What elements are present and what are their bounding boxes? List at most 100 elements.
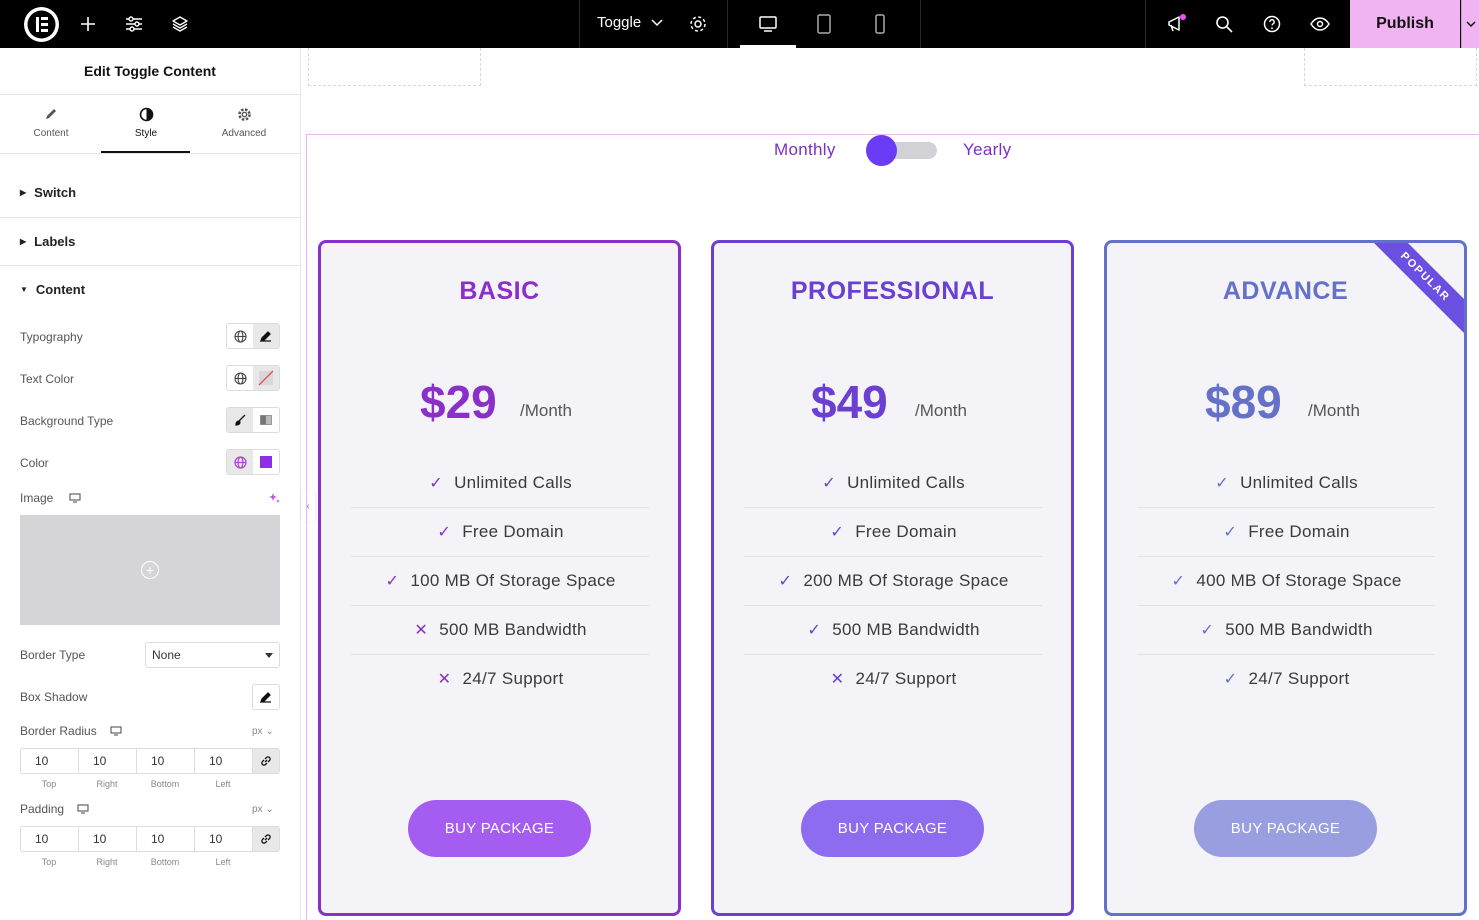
globe-icon[interactable] — [227, 366, 253, 390]
desktop-icon[interactable] — [77, 804, 89, 814]
border-radius-left-input[interactable]: 10 — [194, 748, 252, 774]
desktop-icon[interactable] — [69, 493, 81, 503]
plus-icon[interactable] — [76, 12, 100, 36]
border-radius-top-input[interactable]: 10 — [20, 748, 78, 774]
check-icon: ✓ — [807, 621, 822, 639]
pencil-icon[interactable] — [253, 324, 279, 348]
buy-package-button[interactable]: BUY PACKAGE — [801, 800, 984, 857]
padding-inputs: 10 10 10 10 — [20, 826, 280, 852]
box-shadow-edit-button[interactable] — [252, 684, 280, 710]
feature-item: ✕ 24/7 Support — [744, 654, 1042, 703]
layers-icon[interactable] — [168, 12, 192, 36]
feature-text: 400 MB Of Storage Space — [1196, 570, 1402, 590]
dim-label-bottom: Bottom — [150, 779, 180, 789]
border-radius-right-input[interactable]: 10 — [78, 748, 136, 774]
text-color-label: Text Color — [20, 372, 75, 386]
dim-label-right: Right — [96, 779, 118, 789]
pricing-card-basic: BASIC $29 /Month ✓ Unlimited Calls ✓ Free … — [318, 240, 681, 916]
mobile-icon[interactable] — [868, 12, 892, 36]
feature-text: 24/7 Support — [855, 668, 957, 688]
feature-text: 200 MB Of Storage Space — [803, 570, 1009, 590]
card-period: /Month — [520, 401, 572, 420]
border-radius-unit-select[interactable]: px ⌄ — [252, 726, 274, 737]
padding-bottom-input[interactable]: 10 — [136, 826, 194, 852]
sliders-icon[interactable] — [122, 12, 146, 36]
section-content[interactable]: ▼ Content — [0, 265, 300, 314]
section-labels[interactable]: ▶ Labels — [0, 217, 300, 266]
unit-label: px — [252, 726, 263, 737]
buy-package-button[interactable]: BUY PACKAGE — [1194, 800, 1377, 857]
ai-sparkle-icon[interactable] — [268, 491, 280, 509]
border-type-label: Border Type — [20, 648, 86, 662]
empty-color-swatch-icon[interactable] — [253, 366, 279, 390]
elementor-logo-icon[interactable] — [24, 7, 59, 42]
publish-button[interactable]: Publish — [1350, 0, 1460, 48]
document-name-dropdown[interactable]: Toggle — [597, 14, 663, 31]
tab-style[interactable]: Style — [101, 104, 191, 154]
pencil-icon — [260, 692, 271, 703]
toggle-label-monthly[interactable]: Monthly — [774, 140, 836, 160]
feature-item: ✕ 500 MB Bandwidth — [351, 605, 649, 654]
tab-label: Advanced — [221, 128, 267, 139]
desktop-icon[interactable] — [756, 12, 780, 36]
gear-icon[interactable] — [686, 12, 710, 36]
feature-item: ✓ Unlimited Calls — [351, 458, 649, 507]
image-placeholder[interactable]: + — [20, 515, 280, 625]
background-type-controls — [226, 407, 280, 433]
globe-icon[interactable] — [227, 324, 253, 348]
check-icon: ✓ — [1223, 523, 1238, 541]
card-title: PROFESSIONAL — [790, 277, 995, 305]
check-icon: ✓ — [1200, 621, 1215, 639]
feature-text: Unlimited Calls — [454, 472, 572, 492]
globe-icon[interactable] — [227, 450, 253, 474]
cross-icon: ✕ — [830, 670, 845, 688]
padding-label-text: Padding — [20, 802, 65, 816]
border-radius-inputs: 10 10 10 10 — [20, 748, 280, 774]
check-icon: ✓ — [1215, 474, 1229, 492]
caret-down-icon — [265, 653, 273, 658]
desktop-icon[interactable] — [110, 726, 122, 736]
feature-item: ✓ 200 MB Of Storage Space — [744, 556, 1042, 605]
search-icon[interactable] — [1212, 12, 1236, 36]
border-radius-label: Border Radius — [20, 724, 122, 738]
feature-item: ✕ 24/7 Support — [351, 654, 649, 703]
buy-package-button[interactable]: BUY PACKAGE — [408, 800, 591, 857]
section-label: Labels — [34, 234, 76, 249]
color-label: Color — [20, 456, 49, 470]
typography-controls — [226, 323, 280, 349]
section-switch[interactable]: ▶ Switch — [0, 168, 300, 217]
pencil-icon — [44, 104, 58, 124]
check-icon: ✓ — [437, 523, 452, 541]
tablet-icon[interactable] — [812, 12, 836, 36]
border-type-select[interactable]: None — [145, 642, 280, 668]
gradient-icon[interactable] — [253, 408, 279, 432]
tab-content[interactable]: Content — [6, 104, 96, 154]
toggle-label-yearly[interactable]: Yearly — [963, 140, 1011, 160]
tab-advanced[interactable]: Advanced — [199, 104, 289, 154]
image-label: Image — [20, 491, 81, 505]
megaphone-icon[interactable] — [1165, 12, 1189, 36]
border-type-value: None — [152, 648, 181, 662]
feature-text: 24/7 Support — [1248, 668, 1350, 688]
link-icon[interactable] — [252, 748, 280, 774]
padding-right-input[interactable]: 10 — [78, 826, 136, 852]
help-icon[interactable] — [1260, 12, 1284, 36]
border-radius-bottom-input[interactable]: 10 — [136, 748, 194, 774]
color-swatch[interactable] — [253, 450, 279, 474]
eye-icon[interactable] — [1308, 12, 1332, 36]
feature-item: ✓ 500 MB Bandwidth — [1137, 605, 1435, 654]
link-icon[interactable] — [252, 826, 280, 852]
padding-unit-select[interactable]: px ⌄ — [252, 804, 274, 815]
feature-item: ✓ 400 MB Of Storage Space — [1137, 556, 1435, 605]
feature-text: 100 MB Of Storage Space — [410, 570, 616, 590]
padding-left-input[interactable]: 10 — [194, 826, 252, 852]
brush-icon[interactable] — [227, 408, 253, 432]
publish-options-chevron-icon[interactable] — [1461, 0, 1479, 48]
check-icon: ✓ — [822, 474, 836, 492]
padding-top-input[interactable]: 10 — [20, 826, 78, 852]
pricing-card-professional: PROFESSIONAL $49 /Month ✓ Unlimited Calls… — [711, 240, 1074, 916]
toggle-switch-knob[interactable] — [866, 135, 897, 166]
dim-label-left: Left — [215, 857, 231, 867]
feature-item: ✓ Free Domain — [1137, 507, 1435, 556]
feature-item: ✓ Unlimited Calls — [744, 458, 1042, 507]
